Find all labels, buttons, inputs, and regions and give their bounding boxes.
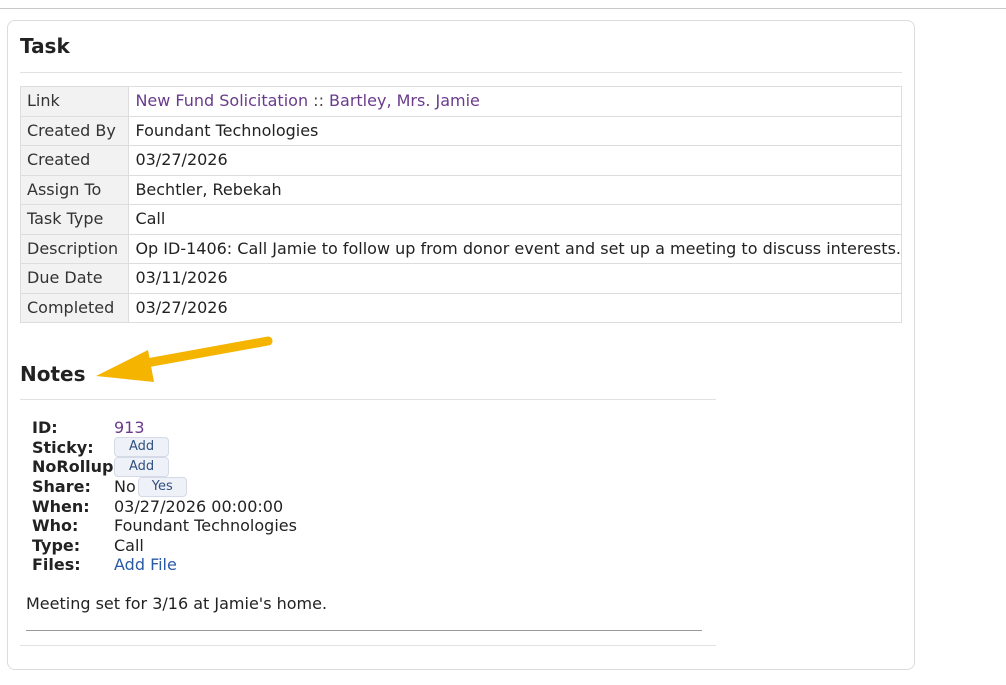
sticky-row: Sticky: Add	[32, 437, 297, 458]
task-details-table: Link New Fund Solicitation :: Bartley, M…	[19, 86, 902, 323]
type-row: Type: Call	[32, 536, 297, 556]
table-row-completed: Completed 03/27/2026	[19, 292, 902, 323]
table-row-description: Description Op ID-1406: Call Jamie to fo…	[19, 233, 902, 264]
share-yes-button[interactable]: Yes	[137, 476, 187, 497]
task-heading-divider	[20, 72, 902, 73]
note-body-text: Meeting set for 3/16 at Jamie's home.	[26, 594, 328, 613]
norollup-label: NoRollup:	[32, 457, 120, 477]
table-row-task-type: Task Type Call	[19, 204, 902, 235]
type-value: Call	[114, 535, 144, 555]
who-label: Who:	[32, 516, 79, 536]
contact-link[interactable]: Bartley, Mrs. Jamie	[329, 91, 480, 110]
assign-to-label: Assign To	[19, 174, 130, 205]
share-label: Share:	[32, 477, 91, 497]
type-label: Type:	[32, 535, 81, 555]
created-by-label: Created By	[19, 115, 130, 146]
completed-label: Completed	[19, 292, 130, 323]
due-date-value: 03/11/2026	[128, 263, 902, 294]
notes-bottom-divider	[20, 645, 716, 646]
note-id-row: ID: 913	[32, 418, 297, 438]
due-date-label: Due Date	[19, 263, 130, 294]
table-row-assign-to: Assign To Bechtler, Rebekah	[19, 174, 902, 205]
description-label: Description	[19, 233, 130, 264]
who-row: Who: Foundant Technologies	[32, 516, 297, 536]
when-value: 03/27/2026 00:00:00	[114, 496, 284, 516]
notes-heading-divider	[20, 399, 716, 400]
arrow-annotation-icon	[96, 336, 273, 382]
created-by-value: Foundant Technologies	[128, 115, 902, 146]
table-row-link: Link New Fund Solicitation :: Bartley, M…	[19, 86, 902, 117]
when-row: When: 03/27/2026 00:00:00	[32, 496, 297, 516]
description-value: Op ID-1406: Call Jamie to follow up from…	[128, 233, 902, 264]
note-metadata: ID: 913 Sticky: Add NoRollup: Add Share:…	[32, 418, 297, 575]
created-value: 03/27/2026	[128, 145, 902, 176]
note-divider	[26, 630, 702, 631]
completed-value: 03/27/2026	[128, 292, 902, 323]
notes-heading: Notes	[20, 362, 86, 386]
top-divider	[0, 0, 1006, 9]
sticky-label: Sticky:	[32, 437, 94, 457]
opportunity-link[interactable]: New Fund Solicitation	[135, 91, 308, 110]
norollup-row: NoRollup: Add	[32, 456, 297, 477]
note-id-label: ID:	[32, 418, 58, 438]
link-label: Link	[19, 86, 130, 117]
files-row: Files: Add File	[32, 555, 297, 575]
task-heading: Task	[20, 34, 70, 58]
share-row: Share: No Yes	[32, 476, 297, 497]
when-label: When:	[32, 496, 90, 516]
task-type-label: Task Type	[19, 204, 130, 235]
share-value: No	[114, 477, 136, 497]
assign-to-value: Bechtler, Rebekah	[128, 174, 902, 205]
task-type-value: Call	[128, 204, 902, 235]
norollup-add-button[interactable]: Add	[114, 456, 170, 477]
link-separator: ::	[313, 91, 324, 111]
files-label: Files:	[32, 555, 81, 575]
table-row-created-by: Created By Foundant Technologies	[19, 115, 902, 146]
add-file-link[interactable]: Add File	[114, 555, 177, 574]
link-value: New Fund Solicitation :: Bartley, Mrs. J…	[128, 86, 902, 117]
sticky-add-button[interactable]: Add	[114, 437, 170, 458]
table-row-created: Created 03/27/2026	[19, 145, 902, 176]
who-value: Foundant Technologies	[114, 516, 297, 536]
table-row-due-date: Due Date 03/11/2026	[19, 263, 902, 294]
created-label: Created	[19, 145, 130, 176]
note-id-link[interactable]: 913	[114, 418, 145, 437]
